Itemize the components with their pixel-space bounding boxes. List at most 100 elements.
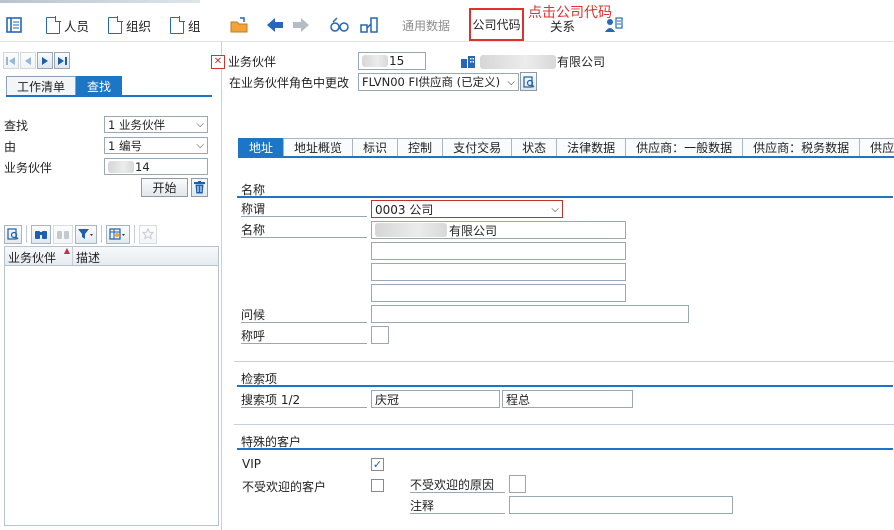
toolbar-separator — [101, 225, 102, 243]
redacted-block — [362, 55, 388, 67]
arrow-left-icon — [267, 18, 283, 32]
back-button[interactable] — [266, 14, 284, 36]
bp-relationship-button[interactable] — [604, 14, 624, 36]
title-select[interactable]: 0003 公司 ⌵ — [371, 200, 563, 218]
by-row: 由 — [4, 137, 104, 155]
general-data-button[interactable]: 通用数据 — [402, 14, 450, 36]
magnifier-doc-icon — [522, 75, 534, 88]
favorites-button[interactable] — [139, 224, 157, 244]
company-code-button[interactable]: 公司代码 — [469, 8, 524, 41]
tab-vendor-general[interactable]: 供应商：一般数据 — [625, 138, 743, 156]
tab-worklist[interactable]: 工作清单 — [6, 76, 77, 95]
where-used-button[interactable] — [360, 14, 378, 36]
last-record-button[interactable] — [54, 52, 70, 69]
bp-header-row: ✕ 业务伙伴 — [211, 52, 276, 71]
chevron-down-icon: ⌵ — [196, 119, 204, 130]
column-desc-label: 描述 — [76, 251, 101, 265]
tab-find[interactable]: 查找 — [76, 76, 123, 95]
tab-address-overview[interactable]: 地址概览 — [283, 138, 353, 156]
details-button[interactable] — [4, 224, 22, 244]
previous-record-button[interactable] — [20, 52, 36, 69]
by-select[interactable]: 1 编号 ⌵ — [104, 137, 208, 154]
previous-icon — [25, 56, 31, 65]
role-row: 在业务伙伴角色中更改 — [229, 73, 349, 92]
title-strip — [0, 0, 200, 3]
close-icon[interactable]: ✕ — [211, 54, 225, 69]
tab-legal-data[interactable]: 法律数据 — [556, 138, 626, 156]
filter-button[interactable] — [75, 224, 97, 244]
name-section: 名称 称谓 0003 公司 ⌵ 名称 有限公司 问候 称呼 — [234, 172, 894, 360]
find-select[interactable]: 1 业务伙伴 ⌵ — [104, 116, 208, 133]
trash-icon — [194, 181, 205, 194]
column-header-desc[interactable]: 描述 — [73, 247, 218, 265]
open-folder-icon — [230, 17, 248, 33]
redacted-block — [108, 160, 134, 173]
organization-button[interactable]: 组织 — [108, 14, 151, 36]
main-toolbar: 人员 组织 组 通用数据 公司代码 点击公司代码 关系 — [0, 0, 894, 42]
vip-checkbox[interactable]: ✓ — [371, 458, 384, 471]
bp-number-field[interactable]: 15 — [358, 52, 426, 70]
salutation-field[interactable] — [371, 326, 389, 344]
detail-tabs: 地址 地址概览 标识 控制 支付交易 状态 法律数据 供应商：一般数据 供应商：… — [238, 138, 894, 158]
bp-header-label: 业务伙伴 — [228, 55, 277, 69]
column-header-bp[interactable]: 业务伙伴 ▲ — [5, 246, 73, 265]
layout-button[interactable] — [106, 224, 130, 244]
magnifier-doc-icon — [7, 228, 19, 240]
group-label: 组 — [188, 18, 201, 34]
person-link-icon — [605, 17, 623, 32]
role-details-button[interactable] — [520, 72, 537, 91]
role-select-value: FLVN00 FI供应商 (已定义) — [362, 75, 501, 89]
search-term-1-field[interactable]: 庆冠 — [371, 390, 500, 408]
unwanted-reason-field[interactable] — [509, 475, 526, 493]
organization-icon — [461, 55, 475, 68]
group-button[interactable]: 组 — [170, 14, 201, 36]
display-change-button[interactable] — [330, 14, 350, 36]
tab-status[interactable]: 状态 — [511, 138, 557, 156]
bp-name-display: 有限公司 — [460, 52, 605, 71]
tab-address[interactable]: 地址 — [238, 138, 284, 156]
chevron-down-icon: ⌵ — [551, 203, 559, 215]
tab-control[interactable]: 控制 — [397, 138, 443, 156]
unwanted-customer-checkbox[interactable] — [371, 479, 384, 492]
search-terms-section: 检索项 搜索项 1/2 庆冠 程总 — [234, 361, 894, 423]
bp-search-label: 业务伙伴 — [4, 160, 53, 175]
bp-search-input[interactable]: 14 — [104, 158, 208, 175]
forward-button[interactable] — [292, 14, 310, 36]
search-term-2-field[interactable]: 程总 — [502, 390, 633, 408]
person-button[interactable]: 人员 — [46, 14, 89, 36]
hierarchy-icon — [360, 17, 378, 33]
tab-underline — [6, 95, 212, 97]
locator-panel: 工作清单 查找 查找 1 业务伙伴 ⌵ 由 1 编号 ⌵ 业务伙伴 14 开始 — [0, 42, 222, 530]
first-record-button[interactable] — [3, 52, 19, 69]
tab-vendor-more[interactable]: 供应 — [859, 138, 894, 156]
note-field[interactable] — [509, 496, 733, 514]
role-select[interactable]: FLVN00 FI供应商 (已定义) ⌵ — [358, 73, 519, 91]
tab-vendor-tax[interactable]: 供应商：税务数据 — [742, 138, 860, 156]
table-settings-icon — [109, 228, 125, 240]
name-field-1[interactable]: 有限公司 — [371, 221, 626, 239]
unwanted-customer-label: 不受欢迎的客户 — [242, 480, 327, 494]
start-button[interactable]: 开始 — [141, 178, 188, 197]
name-field-4[interactable] — [371, 284, 626, 302]
greeting-field[interactable] — [371, 305, 689, 323]
next-record-button[interactable] — [37, 52, 53, 69]
relationship-button[interactable]: 关系 — [550, 14, 575, 36]
layout-toggle-button[interactable] — [6, 14, 22, 36]
name-field-2[interactable] — [371, 242, 626, 260]
by-select-value: 1 编号 — [108, 138, 142, 153]
toolbar-separator — [26, 225, 27, 243]
column-bp-label: 业务伙伴 — [8, 251, 57, 265]
relationship-label: 关系 — [550, 18, 576, 34]
find-next-button[interactable] — [53, 224, 73, 244]
checkmark-icon: ✓ — [372, 458, 383, 471]
general-data-label: 通用数据 — [402, 18, 451, 33]
layout-icon — [6, 17, 22, 33]
filter-icon — [78, 229, 93, 239]
name-field-3[interactable] — [371, 263, 626, 281]
find-button[interactable] — [31, 224, 51, 244]
delete-button[interactable] — [191, 178, 208, 197]
tab-payment[interactable]: 支付交易 — [442, 138, 512, 156]
tab-identification[interactable]: 标识 — [352, 138, 398, 156]
open-folder-button[interactable] — [230, 14, 248, 36]
bp-number-value: 15 — [389, 54, 405, 68]
